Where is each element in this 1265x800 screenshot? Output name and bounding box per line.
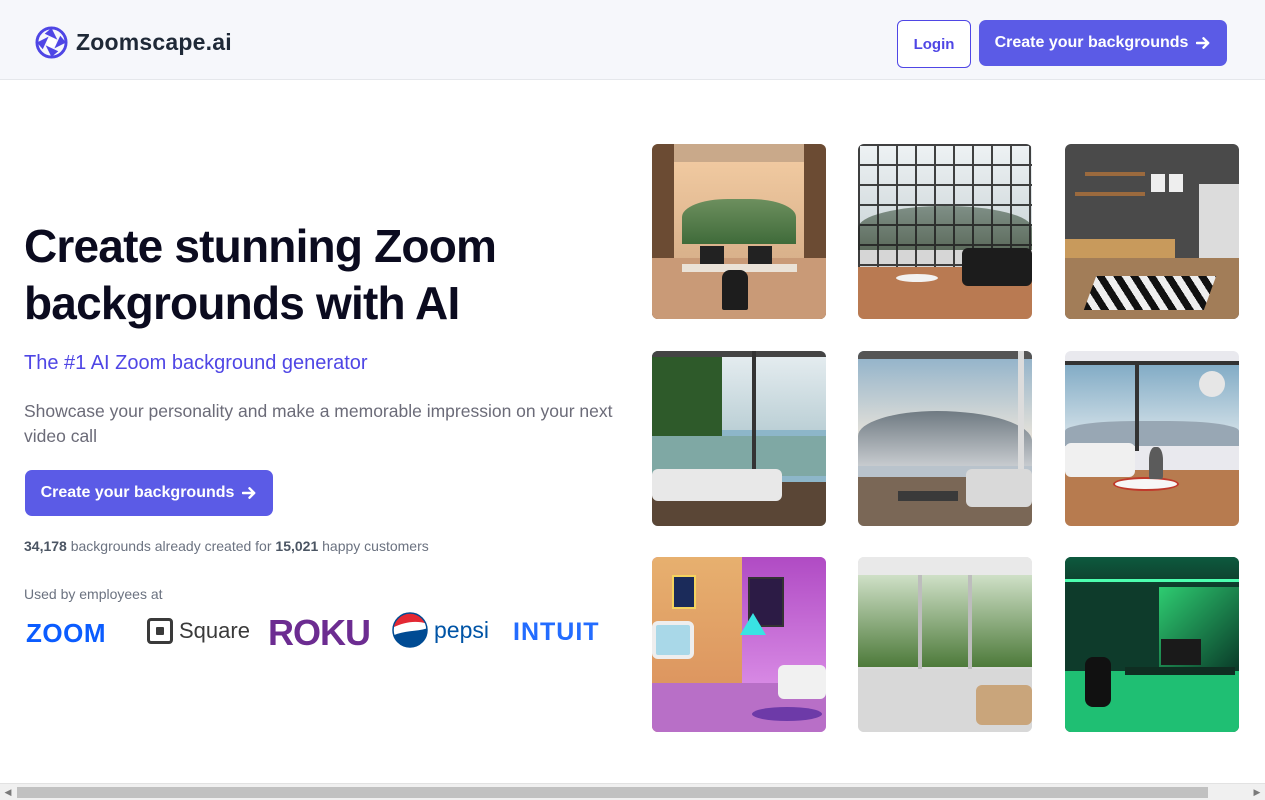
square-mark-icon xyxy=(147,618,173,644)
gallery-image-grid-window-living-room[interactable] xyxy=(858,144,1032,319)
rug xyxy=(1083,276,1217,310)
roku-logo: ROKU xyxy=(268,612,371,653)
monitor xyxy=(748,246,772,264)
customers-count: 15,021 xyxy=(275,538,319,554)
scroll-left-icon[interactable]: ◀ xyxy=(3,787,13,798)
frame xyxy=(1151,174,1165,192)
gallery-image-modern-living-room[interactable] xyxy=(1065,144,1239,319)
login-button[interactable]: Login xyxy=(897,20,971,68)
aperture-logo-icon xyxy=(35,26,68,59)
background-gallery xyxy=(652,144,1239,732)
poster xyxy=(672,575,696,609)
window-top xyxy=(858,351,1032,359)
intuit-logo: INTUIT xyxy=(513,618,600,646)
pepsi-globe-icon xyxy=(392,612,428,648)
usage-stats: 34,178 backgrounds already created for 1… xyxy=(24,538,429,554)
monitor xyxy=(1161,639,1201,665)
hero-title: Create stunning Zoom backgrounds with AI xyxy=(24,220,497,329)
scrollbar-thumb[interactable] xyxy=(17,787,1208,798)
pepsi-logo: pepsi xyxy=(392,612,489,648)
window-top xyxy=(652,351,826,357)
armchair xyxy=(976,685,1032,725)
hero-subtitle: The #1 AI Zoom background generator xyxy=(24,352,368,374)
arrow-right-icon xyxy=(242,487,256,499)
sofa xyxy=(652,469,782,501)
mullion xyxy=(918,575,922,675)
square-logo: Square xyxy=(147,618,250,644)
neon-strip xyxy=(1065,579,1239,582)
gaming-chair xyxy=(1085,657,1111,707)
ceiling xyxy=(858,557,1032,575)
mullion xyxy=(968,575,972,675)
hero-cta-label: Create your backgrounds xyxy=(40,484,235,501)
hero-description: Showcase your personality and make a mem… xyxy=(24,401,613,446)
header-cta-label: Create your backgrounds xyxy=(994,34,1189,51)
stats-middle-text: backgrounds already created for xyxy=(66,538,276,554)
monitor xyxy=(700,246,724,264)
forest xyxy=(858,575,1032,667)
gallery-image-lake-view-lounge[interactable] xyxy=(652,351,826,526)
hero-create-backgrounds-button[interactable]: Create your backgrounds xyxy=(25,470,273,516)
arrow-right-icon xyxy=(1196,37,1210,49)
ceiling xyxy=(1065,557,1239,587)
gallery-image-glass-house-forest[interactable] xyxy=(858,557,1032,732)
table xyxy=(896,274,938,282)
square-logo-text: Square xyxy=(179,618,250,643)
gallery-image-snowy-mountain-room[interactable] xyxy=(858,351,1032,526)
frame xyxy=(1169,174,1183,192)
stats-end-text: happy customers xyxy=(318,538,429,554)
sofa xyxy=(966,469,1032,507)
scroll-right-icon[interactable]: ▶ xyxy=(1252,787,1262,798)
vase xyxy=(1149,447,1163,479)
black-sofa xyxy=(962,248,1032,286)
rug xyxy=(752,707,822,721)
window-frame xyxy=(1065,361,1239,365)
window-mullion xyxy=(1135,361,1139,451)
backgrounds-count: 34,178 xyxy=(24,538,67,554)
header-create-backgrounds-button[interactable]: Create your backgrounds xyxy=(979,20,1227,66)
shelf xyxy=(1075,192,1145,196)
sofa xyxy=(1065,443,1135,477)
retro-tv xyxy=(652,621,694,659)
gallery-image-office-mountain-view[interactable] xyxy=(652,144,826,319)
used-by-label: Used by employees at xyxy=(24,586,163,602)
pepsi-logo-text: pepsi xyxy=(434,616,489,643)
brand-name: Zoomscape.ai xyxy=(76,29,232,55)
gallery-image-retro-neon-room[interactable] xyxy=(652,557,826,732)
zoom-logo: ZOOM xyxy=(26,618,106,648)
shelf xyxy=(1085,172,1145,176)
customer-logos: ZOOM Square ROKU pepsi INTUIT xyxy=(26,608,616,656)
brand[interactable]: Zoomscape.ai xyxy=(35,26,232,59)
round-table xyxy=(1113,477,1179,491)
gallery-image-winter-lake-room[interactable] xyxy=(1065,351,1239,526)
gallery-image-green-neon-office[interactable] xyxy=(1065,557,1239,732)
site-header: Zoomscape.ai Login Create your backgroun… xyxy=(0,0,1265,80)
pendant-lamp xyxy=(1199,371,1225,397)
desk xyxy=(1125,667,1235,675)
mountains xyxy=(682,199,796,244)
chair xyxy=(778,665,826,699)
chair xyxy=(722,270,748,310)
horizontal-scrollbar[interactable]: ◀ ▶ xyxy=(0,783,1265,800)
table xyxy=(898,491,958,501)
